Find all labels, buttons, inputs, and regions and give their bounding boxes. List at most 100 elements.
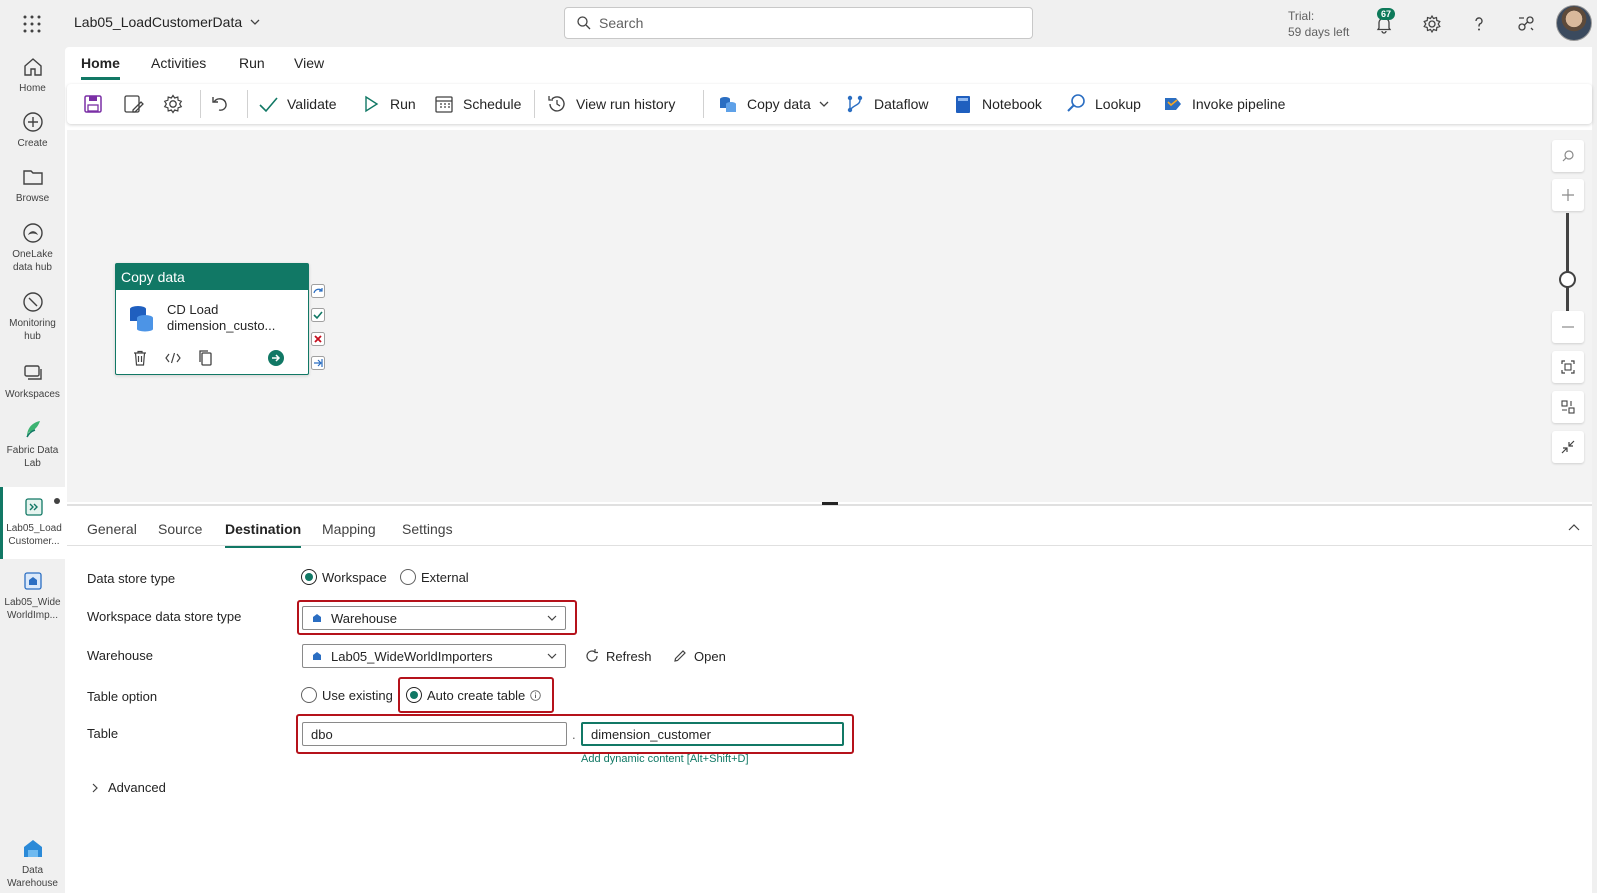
ribbon-tab-view[interactable]: View: [294, 55, 324, 77]
nav-item-onelake[interactable]: OneLake data hub: [0, 221, 65, 274]
settings-button[interactable]: [1420, 12, 1444, 36]
toolbar-separator: [703, 90, 704, 118]
app-title-dropdown[interactable]: Lab05_LoadCustomerData: [74, 14, 260, 30]
copy-data-label: Copy data: [747, 96, 811, 112]
tab-mapping[interactable]: Mapping: [322, 521, 376, 546]
refresh-icon: [584, 648, 600, 664]
refresh-button[interactable]: Refresh: [584, 648, 652, 664]
warehouse-select[interactable]: Lab05_WideWorldImporters: [302, 644, 566, 668]
undo-button[interactable]: [209, 92, 231, 116]
nav-item-home[interactable]: Home: [0, 55, 65, 95]
calendar-icon: [433, 93, 455, 115]
go-arrow-icon[interactable]: [267, 349, 285, 367]
ribbon-tab-activities[interactable]: Activities: [151, 55, 206, 77]
notebook-button[interactable]: Notebook: [952, 92, 1042, 116]
zoom-slider-thumb[interactable]: [1559, 271, 1576, 288]
activity-name-line2: dimension_custo...: [167, 318, 276, 333]
zoom-out-button[interactable]: [1552, 311, 1584, 343]
zoom-slider-track[interactable]: [1566, 213, 1569, 313]
validate-button[interactable]: Validate: [257, 92, 337, 116]
lookup-label: Lookup: [1095, 96, 1141, 112]
user-avatar[interactable]: [1556, 5, 1592, 41]
play-icon: [360, 93, 382, 115]
copy-data-dropdown[interactable]: Copy data: [717, 92, 829, 116]
tab-settings[interactable]: Settings: [402, 521, 453, 546]
code-view-icon[interactable]: [164, 349, 182, 367]
delete-activity-icon[interactable]: [131, 349, 149, 367]
share-button[interactable]: [1514, 12, 1538, 36]
radio-workspace[interactable]: Workspace: [301, 569, 387, 585]
activity-type-label: Copy data: [116, 264, 308, 290]
open-label: Open: [694, 648, 726, 664]
lookup-button[interactable]: Lookup: [1065, 92, 1141, 116]
tab-general[interactable]: General: [87, 521, 137, 546]
workspace-data-store-type-select[interactable]: Warehouse: [302, 606, 566, 630]
active-item-dot: [54, 498, 60, 504]
splitter-handle[interactable]: [822, 502, 838, 505]
on-skip-port-icon[interactable]: [311, 284, 325, 298]
canvas-search-button[interactable]: [1552, 140, 1584, 172]
open-button[interactable]: Open: [672, 648, 726, 664]
workspace-data-store-type-value: Warehouse: [331, 610, 397, 626]
nav-item-workspaces[interactable]: Workspaces: [0, 361, 65, 401]
tab-source[interactable]: Source: [158, 521, 202, 546]
nav-item-fabric-data-lab[interactable]: Fabric Data Lab: [0, 417, 65, 470]
magnifier-icon: [1065, 93, 1087, 115]
on-completion-port-icon[interactable]: [311, 356, 325, 370]
zoom-in-button[interactable]: [1552, 179, 1584, 211]
table-name-input[interactable]: [581, 722, 844, 746]
radio-use-existing[interactable]: Use existing: [301, 687, 393, 703]
radio-auto-create-table[interactable]: Auto create table: [406, 687, 542, 703]
table-schema-input[interactable]: [302, 722, 567, 746]
notebook-label: Notebook: [982, 96, 1042, 112]
fabric-workspace-icon: [21, 417, 45, 441]
ribbon-toolbar: Validate Run Schedule View run history C…: [67, 84, 1592, 124]
tab-destination[interactable]: Destination: [225, 521, 302, 548]
chevron-down-icon: [547, 651, 557, 661]
activity-name: CD Load dimension_custo...: [167, 302, 275, 334]
trial-days-left: 59 days left: [1288, 25, 1350, 39]
nav-item-create[interactable]: Create: [0, 110, 65, 150]
on-success-port-icon[interactable]: [311, 308, 325, 322]
copy-data-icon: [717, 93, 739, 115]
copy-data-activity[interactable]: Copy data CD Load dimension_custo...: [115, 263, 309, 375]
ribbon-tab-run[interactable]: Run: [239, 55, 265, 77]
advanced-expander[interactable]: Advanced: [90, 780, 166, 795]
plus-icon: [1560, 187, 1576, 203]
warehouse-icon: [311, 612, 323, 624]
info-icon[interactable]: [530, 689, 542, 701]
validate-label: Validate: [287, 96, 337, 112]
schedule-button[interactable]: Schedule: [433, 92, 521, 116]
copy-activity-icon[interactable]: [197, 349, 215, 367]
invoke-pipeline-button[interactable]: Invoke pipeline: [1162, 92, 1285, 116]
save-button[interactable]: [82, 92, 104, 116]
run-button[interactable]: Run: [360, 92, 416, 116]
save-as-button[interactable]: [122, 92, 144, 116]
pipeline-settings-button[interactable]: [162, 92, 184, 116]
help-button[interactable]: [1467, 12, 1491, 36]
view-run-history-button[interactable]: View run history: [546, 92, 675, 116]
add-dynamic-content-link[interactable]: Add dynamic content [Alt+Shift+D]: [581, 753, 749, 765]
collapse-canvas-button[interactable]: [1552, 431, 1584, 463]
save-icon: [82, 93, 104, 115]
ribbon-tab-home[interactable]: Home: [81, 55, 120, 80]
undo-icon: [209, 93, 231, 115]
fit-to-screen-button[interactable]: [1552, 351, 1584, 383]
radio-use-existing-label: Use existing: [322, 687, 393, 703]
auto-align-button[interactable]: [1552, 391, 1584, 423]
chevron-down-icon: [547, 613, 557, 623]
chevron-up-icon[interactable]: [1566, 520, 1582, 536]
nav-label-data-warehouse-2: Warehouse: [7, 878, 58, 889]
nav-item-monitoring[interactable]: Monitoring hub: [0, 290, 65, 343]
search-box[interactable]: [564, 7, 1033, 39]
radio-external[interactable]: External: [400, 569, 469, 585]
on-failure-port-icon[interactable]: [311, 332, 325, 346]
search-input[interactable]: [599, 15, 999, 31]
nav-item-data-warehouse[interactable]: Data Warehouse: [0, 837, 65, 890]
schema-separator: .: [572, 727, 576, 742]
nav-label-onelake-1: OneLake: [12, 249, 53, 260]
nav-item-browse[interactable]: Browse: [0, 165, 65, 205]
app-launcher-icon[interactable]: [20, 12, 44, 36]
dataflow-button[interactable]: Dataflow: [844, 92, 928, 116]
nav-item-lab05-wide[interactable]: Lab05_Wide WorldImp...: [0, 569, 65, 622]
